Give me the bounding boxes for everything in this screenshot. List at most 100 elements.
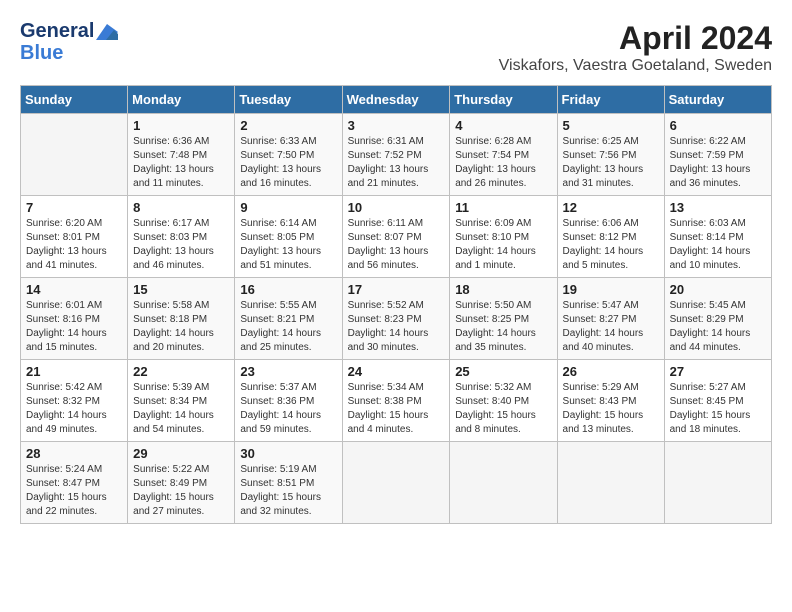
sunset: Sunset: 8:38 PM — [348, 395, 445, 409]
day-number: 11 — [455, 200, 551, 215]
calendar-cell-2-4: 10 Sunrise: 6:11 AM Sunset: 8:07 PM Dayl… — [342, 196, 450, 278]
day-info: Sunrise: 5:29 AM Sunset: 8:43 PM Dayligh… — [563, 381, 659, 437]
day-number: 24 — [348, 364, 445, 379]
daylight: Daylight: 14 hours and 59 minutes. — [240, 409, 336, 437]
sunset: Sunset: 8:03 PM — [133, 231, 229, 245]
calendar-cell-1-5: 4 Sunrise: 6:28 AM Sunset: 7:54 PM Dayli… — [450, 114, 557, 196]
sunset: Sunset: 7:50 PM — [240, 149, 336, 163]
sunrise: Sunrise: 6:06 AM — [563, 217, 659, 231]
calendar-cell-1-7: 6 Sunrise: 6:22 AM Sunset: 7:59 PM Dayli… — [664, 114, 771, 196]
col-friday: Friday — [557, 86, 664, 114]
day-info: Sunrise: 6:09 AM Sunset: 8:10 PM Dayligh… — [455, 217, 551, 273]
sunset: Sunset: 8:14 PM — [670, 231, 766, 245]
sunrise: Sunrise: 6:31 AM — [348, 135, 445, 149]
day-info: Sunrise: 6:31 AM Sunset: 7:52 PM Dayligh… — [348, 135, 445, 191]
day-number: 3 — [348, 118, 445, 133]
day-number: 20 — [670, 282, 766, 297]
daylight: Daylight: 15 hours and 8 minutes. — [455, 409, 551, 437]
calendar-cell-5-4 — [342, 442, 450, 524]
calendar-cell-4-5: 25 Sunrise: 5:32 AM Sunset: 8:40 PM Dayl… — [450, 360, 557, 442]
day-info: Sunrise: 6:17 AM Sunset: 8:03 PM Dayligh… — [133, 217, 229, 273]
day-info: Sunrise: 6:22 AM Sunset: 7:59 PM Dayligh… — [670, 135, 766, 191]
sunrise: Sunrise: 5:37 AM — [240, 381, 336, 395]
calendar-cell-5-1: 28 Sunrise: 5:24 AM Sunset: 8:47 PM Dayl… — [21, 442, 128, 524]
day-number: 19 — [563, 282, 659, 297]
daylight: Daylight: 14 hours and 1 minute. — [455, 245, 551, 273]
sunset: Sunset: 8:29 PM — [670, 313, 766, 327]
day-info: Sunrise: 5:37 AM Sunset: 8:36 PM Dayligh… — [240, 381, 336, 437]
calendar-cell-4-7: 27 Sunrise: 5:27 AM Sunset: 8:45 PM Dayl… — [664, 360, 771, 442]
daylight: Daylight: 15 hours and 4 minutes. — [348, 409, 445, 437]
calendar-cell-5-5 — [450, 442, 557, 524]
sunset: Sunset: 7:59 PM — [670, 149, 766, 163]
sunset: Sunset: 7:56 PM — [563, 149, 659, 163]
sunset: Sunset: 8:34 PM — [133, 395, 229, 409]
daylight: Daylight: 13 hours and 46 minutes. — [133, 245, 229, 273]
daylight: Daylight: 14 hours and 30 minutes. — [348, 327, 445, 355]
sunrise: Sunrise: 6:01 AM — [26, 299, 122, 313]
day-info: Sunrise: 5:55 AM Sunset: 8:21 PM Dayligh… — [240, 299, 336, 355]
calendar-cell-2-7: 13 Sunrise: 6:03 AM Sunset: 8:14 PM Dayl… — [664, 196, 771, 278]
calendar-week-1: 1 Sunrise: 6:36 AM Sunset: 7:48 PM Dayli… — [21, 114, 772, 196]
logo-blue: Blue — [20, 42, 118, 64]
sunset: Sunset: 8:07 PM — [348, 231, 445, 245]
day-number: 5 — [563, 118, 659, 133]
col-sunday: Sunday — [21, 86, 128, 114]
day-number: 8 — [133, 200, 229, 215]
calendar-week-2: 7 Sunrise: 6:20 AM Sunset: 8:01 PM Dayli… — [21, 196, 772, 278]
sunrise: Sunrise: 6:03 AM — [670, 217, 766, 231]
sunrise: Sunrise: 6:25 AM — [563, 135, 659, 149]
calendar-cell-3-5: 18 Sunrise: 5:50 AM Sunset: 8:25 PM Dayl… — [450, 278, 557, 360]
logo-icon — [96, 24, 118, 40]
sunset: Sunset: 8:51 PM — [240, 477, 336, 491]
sunrise: Sunrise: 6:09 AM — [455, 217, 551, 231]
title-block: April 2024 Viskafors, Vaestra Goetaland,… — [499, 20, 772, 75]
calendar-cell-1-6: 5 Sunrise: 6:25 AM Sunset: 7:56 PM Dayli… — [557, 114, 664, 196]
day-number: 16 — [240, 282, 336, 297]
sunrise: Sunrise: 5:39 AM — [133, 381, 229, 395]
sunset: Sunset: 7:48 PM — [133, 149, 229, 163]
sunrise: Sunrise: 5:32 AM — [455, 381, 551, 395]
day-info: Sunrise: 6:33 AM Sunset: 7:50 PM Dayligh… — [240, 135, 336, 191]
daylight: Daylight: 13 hours and 11 minutes. — [133, 163, 229, 191]
sunrise: Sunrise: 5:22 AM — [133, 463, 229, 477]
day-info: Sunrise: 5:42 AM Sunset: 8:32 PM Dayligh… — [26, 381, 122, 437]
calendar-cell-5-2: 29 Sunrise: 5:22 AM Sunset: 8:49 PM Dayl… — [128, 442, 235, 524]
day-number: 26 — [563, 364, 659, 379]
day-info: Sunrise: 5:50 AM Sunset: 8:25 PM Dayligh… — [455, 299, 551, 355]
day-number: 12 — [563, 200, 659, 215]
day-info: Sunrise: 5:39 AM Sunset: 8:34 PM Dayligh… — [133, 381, 229, 437]
calendar-cell-4-3: 23 Sunrise: 5:37 AM Sunset: 8:36 PM Dayl… — [235, 360, 342, 442]
daylight: Daylight: 14 hours and 20 minutes. — [133, 327, 229, 355]
day-number: 23 — [240, 364, 336, 379]
col-wednesday: Wednesday — [342, 86, 450, 114]
daylight: Daylight: 15 hours and 22 minutes. — [26, 491, 122, 519]
day-number: 4 — [455, 118, 551, 133]
daylight: Daylight: 13 hours and 41 minutes. — [26, 245, 122, 273]
calendar-cell-3-3: 16 Sunrise: 5:55 AM Sunset: 8:21 PM Dayl… — [235, 278, 342, 360]
sunrise: Sunrise: 6:36 AM — [133, 135, 229, 149]
sunrise: Sunrise: 5:47 AM — [563, 299, 659, 313]
day-number: 2 — [240, 118, 336, 133]
sunset: Sunset: 7:52 PM — [348, 149, 445, 163]
sunset: Sunset: 8:43 PM — [563, 395, 659, 409]
sunset: Sunset: 8:18 PM — [133, 313, 229, 327]
daylight: Daylight: 14 hours and 49 minutes. — [26, 409, 122, 437]
sunset: Sunset: 8:25 PM — [455, 313, 551, 327]
col-monday: Monday — [128, 86, 235, 114]
sunset: Sunset: 8:47 PM — [26, 477, 122, 491]
calendar-cell-2-3: 9 Sunrise: 6:14 AM Sunset: 8:05 PM Dayli… — [235, 196, 342, 278]
sunrise: Sunrise: 5:42 AM — [26, 381, 122, 395]
daylight: Daylight: 13 hours and 21 minutes. — [348, 163, 445, 191]
day-number: 6 — [670, 118, 766, 133]
day-number: 1 — [133, 118, 229, 133]
logo: General Blue — [20, 20, 118, 64]
sunset: Sunset: 8:21 PM — [240, 313, 336, 327]
daylight: Daylight: 15 hours and 13 minutes. — [563, 409, 659, 437]
calendar-cell-2-6: 12 Sunrise: 6:06 AM Sunset: 8:12 PM Dayl… — [557, 196, 664, 278]
daylight: Daylight: 13 hours and 16 minutes. — [240, 163, 336, 191]
sunrise: Sunrise: 5:34 AM — [348, 381, 445, 395]
logo-text: General — [20, 20, 118, 42]
sunset: Sunset: 8:36 PM — [240, 395, 336, 409]
day-number: 28 — [26, 446, 122, 461]
